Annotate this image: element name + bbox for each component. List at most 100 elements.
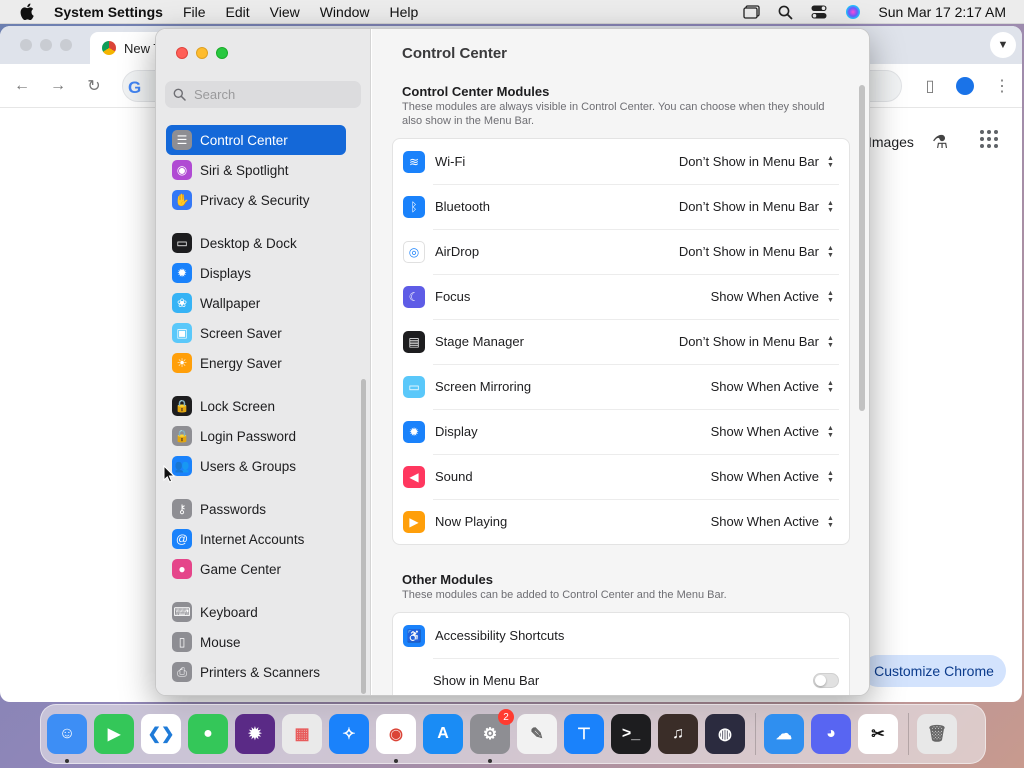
back-arrow-icon[interactable]: ← xyxy=(12,76,32,96)
menu-file[interactable]: File xyxy=(183,4,206,20)
module-label: Wi-Fi xyxy=(435,154,466,169)
sidebar-item-privacy-security[interactable]: ✋ Privacy & Security xyxy=(166,185,346,215)
lock-icon: 🔒 xyxy=(172,396,192,416)
customize-chrome-button[interactable]: Customize Chrome xyxy=(862,655,1006,687)
game-center-icon: ● xyxy=(172,559,192,579)
play-icon: ▶ xyxy=(403,510,425,533)
sidebar-item-displays[interactable]: ✹ Displays xyxy=(166,258,346,288)
sidebar-item-keyboard[interactable]: ⌨ Keyboard xyxy=(166,597,346,627)
launchpad-app[interactable]: ▦ xyxy=(282,714,322,754)
reload-icon[interactable]: ↻ xyxy=(84,76,104,96)
sidebar-item-users-groups[interactable]: 👥 Users & Groups xyxy=(166,451,346,481)
module-visibility-popup[interactable]: Don’t Show in Menu Bar xyxy=(679,154,819,169)
menu-app-name[interactable]: System Settings xyxy=(54,4,163,20)
minimize-button[interactable] xyxy=(196,47,208,59)
module-row-bluetooth: ᛒ Bluetooth Don’t Show in Menu Bar ▲ ▼ xyxy=(393,184,849,229)
close-button[interactable] xyxy=(176,47,188,59)
sidebar-item-energy-saver[interactable]: ☀ Energy Saver xyxy=(166,348,346,378)
sidebar-item-printers-scanners[interactable]: ⎙ Printers & Scanners xyxy=(166,657,346,687)
module-visibility-popup[interactable]: Show When Active xyxy=(711,379,819,394)
keynote-app[interactable]: ⊤ xyxy=(564,714,604,754)
sidebar-item-game-center[interactable]: ● Game Center xyxy=(166,554,346,584)
chevron-updown-icon[interactable]: ▲ ▼ xyxy=(825,244,836,260)
app-store-app[interactable]: A xyxy=(423,714,463,754)
profile-avatar-icon[interactable] xyxy=(955,76,975,96)
module-visibility-popup[interactable]: Show When Active xyxy=(711,469,819,484)
sidebar-item-desktop-dock[interactable]: ▭ Desktop & Dock xyxy=(166,228,346,258)
safari-app[interactable]: ✧ xyxy=(329,714,369,754)
zoom-button[interactable] xyxy=(216,47,228,59)
sidebar-scrollbar[interactable] xyxy=(361,379,366,694)
vscode-app[interactable]: ❮❯ xyxy=(141,714,181,754)
chrome-app[interactable]: ◉ xyxy=(376,714,416,763)
content-scrollbar[interactable] xyxy=(859,85,865,411)
menu-edit[interactable]: Edit xyxy=(226,4,250,20)
sidebar-item-label: Privacy & Security xyxy=(200,192,310,208)
siri-icon[interactable] xyxy=(844,4,862,20)
chevron-updown-icon[interactable]: ▲ ▼ xyxy=(825,469,836,485)
chevron-updown-icon[interactable]: ▲ ▼ xyxy=(825,424,836,440)
bluetooth-icon: ᛒ xyxy=(403,195,425,218)
system-settings-app[interactable]: ⚙ 2 xyxy=(470,709,514,763)
settings-search-field[interactable]: Search xyxy=(165,81,361,108)
sidebar-item-mouse[interactable]: ▯ Mouse xyxy=(166,627,346,657)
module-visibility-popup[interactable]: Don’t Show in Menu Bar xyxy=(679,199,819,214)
textedit-app[interactable]: ✎ xyxy=(517,714,557,754)
menu-view[interactable]: View xyxy=(270,4,300,20)
finder-app[interactable]: ☺ xyxy=(47,714,87,763)
chrome-close-button[interactable] xyxy=(20,39,32,51)
module-visibility-popup[interactable]: Don’t Show in Menu Bar xyxy=(679,334,819,349)
spotlight-search-icon[interactable] xyxy=(776,4,794,20)
apps-grid-icon[interactable] xyxy=(980,130,998,148)
show-in-menu-bar-toggle[interactable] xyxy=(813,673,839,688)
module-visibility-popup[interactable]: Don’t Show in Menu Bar xyxy=(679,244,819,259)
chevron-updown-icon[interactable]: ▲ ▼ xyxy=(825,514,836,530)
facetime-app[interactable]: ▶ xyxy=(94,714,134,754)
messages-app[interactable]: ● xyxy=(188,714,228,754)
menu-window[interactable]: Window xyxy=(320,4,370,20)
chevron-updown-icon[interactable]: ▲ ▼ xyxy=(825,379,836,395)
chrome-menu-icon[interactable]: ⋮ xyxy=(992,76,1012,96)
module-visibility-popup[interactable]: Show When Active xyxy=(711,289,819,304)
chevron-updown-icon[interactable]: ▲ ▼ xyxy=(825,199,836,215)
chrome-minimize-button[interactable] xyxy=(40,39,52,51)
sidebar-item-internet-accounts[interactable]: @ Internet Accounts xyxy=(166,524,346,554)
chevron-updown-icon[interactable]: ▲ ▼ xyxy=(825,334,836,350)
terminal-app[interactable]: >_ xyxy=(611,714,651,754)
sidebar-item-siri-spotlight[interactable]: ◉ Siri & Spotlight xyxy=(166,155,346,185)
side-panel-icon[interactable]: ▯ xyxy=(920,76,940,96)
chrome-zoom-button[interactable] xyxy=(60,39,72,51)
chevron-updown-icon[interactable]: ▲ ▼ xyxy=(825,154,836,170)
sidebar-item-login-password[interactable]: 🔒 Login Password xyxy=(166,421,346,451)
apple-menu-icon[interactable] xyxy=(16,1,38,23)
sidebar-item-wallpaper[interactable]: ❀ Wallpaper xyxy=(166,288,346,318)
discord-app[interactable]: ◕ xyxy=(811,714,851,754)
firefox-app[interactable]: ✹ xyxy=(235,714,275,754)
module-visibility-popup[interactable]: Show When Active xyxy=(711,424,819,439)
sidebar-item-screen-saver[interactable]: ▣ Screen Saver xyxy=(166,318,346,348)
forward-arrow-icon[interactable]: → xyxy=(48,76,68,96)
sidebar-item-lock-screen[interactable]: 🔒 Lock Screen xyxy=(166,391,346,421)
weather-app[interactable]: ☁ xyxy=(764,714,804,754)
airdrop-icon: ◎ xyxy=(403,240,425,263)
sidebar-nav: ☰ Control Center ◉ Siri & Spotlight ✋ Privacy… xyxy=(166,125,346,687)
sidebar-item-passwords[interactable]: ⚷ Passwords xyxy=(166,494,346,524)
chevron-updown-icon[interactable]: ▲ ▼ xyxy=(825,289,836,305)
images-link[interactable]: Images xyxy=(868,134,914,150)
control-center-icon[interactable] xyxy=(810,4,828,20)
capcut-app[interactable]: ✂ xyxy=(858,714,898,754)
chrome-tab-search-icon[interactable]: ▼ xyxy=(990,32,1016,58)
sidebar-item-label: Internet Accounts xyxy=(200,531,305,547)
menu-help[interactable]: Help xyxy=(390,4,419,20)
siri-app[interactable]: ◍ xyxy=(705,714,745,754)
module-label: Bluetooth xyxy=(435,199,490,214)
garageband-app[interactable]: ♫ xyxy=(658,714,698,754)
trash-icon[interactable]: 🗑 xyxy=(917,714,957,754)
module-visibility-popup[interactable]: Show When Active xyxy=(711,514,819,529)
window-overview-icon[interactable] xyxy=(742,4,760,20)
menu-clock[interactable]: Sun Mar 17 2:17 AM xyxy=(878,4,1006,20)
screensaver-icon: ▣ xyxy=(172,323,192,343)
sidebar-item-control-center[interactable]: ☰ Control Center xyxy=(166,125,346,155)
labs-flask-icon[interactable]: ⚗ xyxy=(932,132,948,153)
